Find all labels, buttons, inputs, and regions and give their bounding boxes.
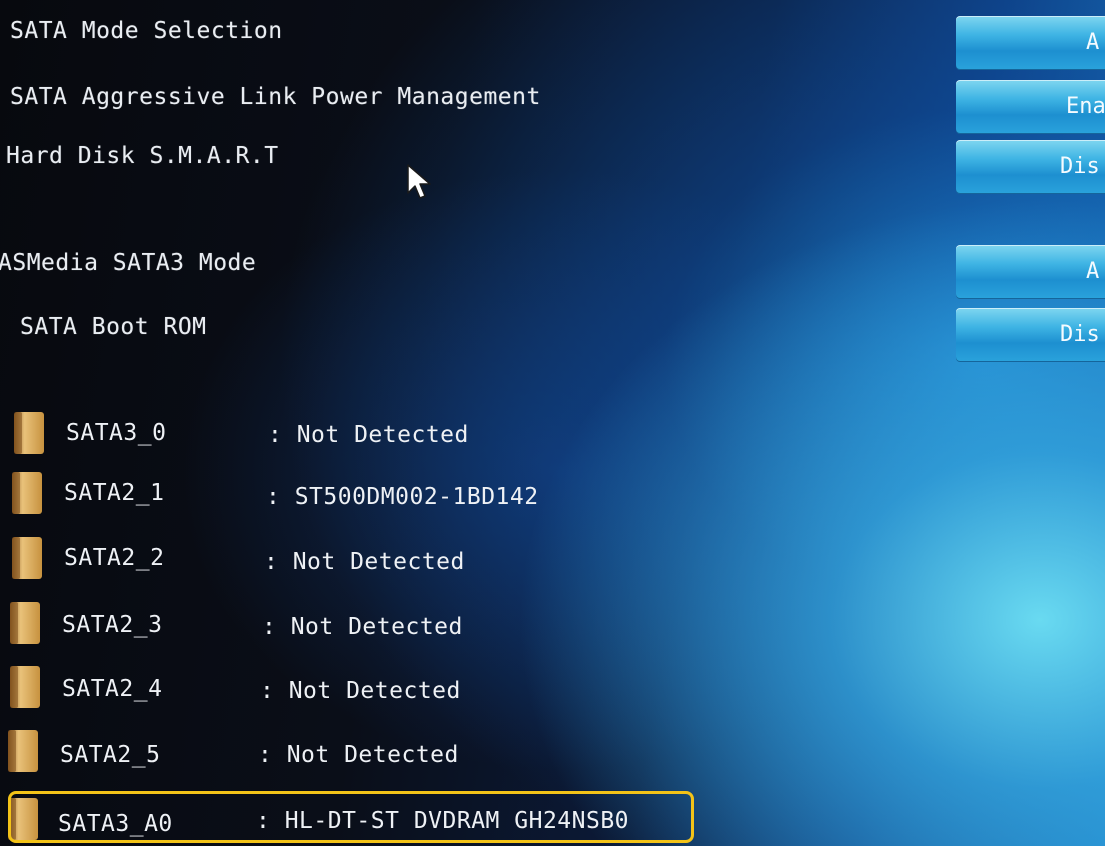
port-status: : Not Detected: [260, 678, 461, 704]
port-name: SATA2_4: [62, 676, 163, 702]
port-row-sata2-1[interactable]: SATA2_1 : ST500DM002-1BD142: [0, 468, 760, 518]
hard-disk-smart-value: Dis: [1060, 154, 1100, 179]
port-row-sata2-5[interactable]: SATA2_5 : Not Detected: [0, 726, 760, 776]
sata-boot-rom-option-button[interactable]: Dis: [956, 308, 1105, 362]
port-row-sata2-4[interactable]: SATA2_4 : Not Detected: [0, 662, 760, 712]
port-status: : Not Detected: [262, 614, 463, 640]
port-row-sata2-2[interactable]: SATA2_2 : Not Detected: [0, 533, 760, 583]
sata-mode-selection-value: A: [1086, 30, 1100, 55]
sata-aggressive-link-power-option-button[interactable]: Ena: [956, 80, 1105, 134]
setting-asmedia-sata3-mode-label: ASMedia SATA3 Mode: [0, 250, 257, 276]
port-name: SATA2_1: [64, 480, 165, 506]
port-status: : Not Detected: [264, 549, 465, 575]
port-name: SATA2_2: [64, 545, 165, 571]
folder-icon: [10, 602, 40, 644]
port-status: : Not Detected: [258, 742, 459, 768]
highlight-box: [8, 791, 694, 843]
hard-disk-smart-option-button[interactable]: Dis: [956, 140, 1105, 194]
asmedia-sata3-mode-value: A: [1086, 259, 1100, 284]
setting-hard-disk-smart-label: Hard Disk S.M.A.R.T: [6, 143, 279, 169]
folder-icon: [10, 666, 40, 708]
port-name: SATA3_0: [66, 420, 167, 446]
port-name: SATA2_5: [60, 742, 161, 768]
port-row-sata3-0[interactable]: SATA3_0 : Not Detected: [0, 408, 760, 458]
port-status: : ST500DM002-1BD142: [266, 484, 539, 510]
folder-icon: [12, 472, 42, 514]
mouse-pointer-icon: [407, 164, 431, 199]
folder-icon: [8, 730, 38, 772]
setting-sata-aggressive-link-power-label: SATA Aggressive Link Power Management: [10, 84, 541, 110]
sata-mode-selection-option-button[interactable]: A: [956, 16, 1105, 70]
folder-icon: [12, 537, 42, 579]
port-row-sata2-3[interactable]: SATA2_3 : Not Detected: [0, 598, 760, 648]
sata-aggressive-link-power-value: Ena: [1066, 94, 1105, 119]
port-name: SATA2_3: [62, 612, 163, 638]
port-status: : Not Detected: [268, 422, 469, 448]
sata-boot-rom-value: Dis: [1060, 322, 1100, 347]
asmedia-sata3-mode-option-button[interactable]: A: [956, 245, 1105, 299]
folder-icon: [14, 412, 44, 454]
setting-sata-mode-selection-label: SATA Mode Selection: [10, 18, 283, 44]
bios-storage-configuration-screen: SATA Mode Selection SATA Aggressive Link…: [0, 0, 1105, 846]
setting-sata-boot-rom-label: SATA Boot ROM: [20, 314, 207, 340]
